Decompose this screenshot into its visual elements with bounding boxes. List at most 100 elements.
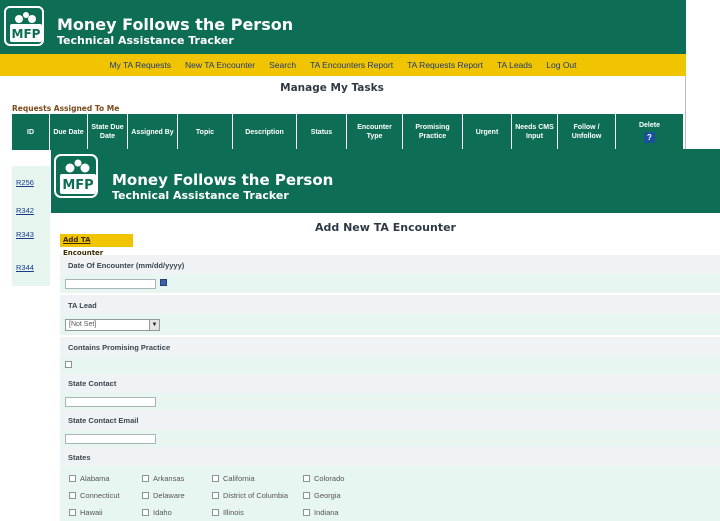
date-input[interactable] <box>65 279 156 289</box>
state-checkbox[interactable] <box>142 475 149 482</box>
col-promising-practice[interactable]: Promising Practice <box>403 114 463 150</box>
state-name: Delaware <box>153 491 185 500</box>
nav-ta-encounters-report[interactable]: TA Encounters Report <box>310 60 393 70</box>
col-delete-label: Delete <box>638 122 660 129</box>
state-checkbox[interactable] <box>212 509 219 516</box>
state-name: Hawaii <box>80 508 103 517</box>
state-georgia[interactable]: Georgia <box>303 491 341 500</box>
nav-log-out[interactable]: Log Out <box>546 60 576 70</box>
col-status[interactable]: Status <box>297 114 347 150</box>
state-checkbox[interactable] <box>69 475 76 482</box>
promising-practice-row <box>60 357 720 373</box>
chevron-down-icon: ▼ <box>149 320 159 330</box>
col-id[interactable]: ID <box>12 114 50 150</box>
state-illinois[interactable]: Illinois <box>212 508 244 517</box>
request-link-r343[interactable]: R343 <box>16 230 34 239</box>
app-subtitle: Technical Assistance Tracker <box>57 34 234 47</box>
logo-text: MFP <box>12 27 41 41</box>
promising-practice-checkbox[interactable] <box>65 361 72 368</box>
state-contact-email-input[interactable] <box>65 434 156 444</box>
date-label: Date Of Encounter (mm/dd/yyyy) <box>60 255 720 275</box>
state-contact-email-label: State Contact Email <box>60 410 720 430</box>
nav-my-ta-requests[interactable]: My TA Requests <box>109 60 171 70</box>
front-app-title: Money Follows the Person <box>112 171 334 189</box>
nav-search[interactable]: Search <box>269 60 296 70</box>
state-name: District of Columbia <box>223 491 289 500</box>
table-header: ID Due Date State Due Date Assigned By T… <box>12 114 684 150</box>
state-checkbox[interactable] <box>142 492 149 499</box>
state-california[interactable]: California <box>212 474 255 483</box>
state-checkbox[interactable] <box>303 475 310 482</box>
app-header: MFP Money Follows the Person Technical A… <box>0 0 686 54</box>
front-window: MFP Money Follows the Person Technical A… <box>51 149 720 521</box>
calendar-icon[interactable] <box>160 279 167 286</box>
front-app-header: MFP Money Follows the Person Technical A… <box>51 149 720 213</box>
state-alabama[interactable]: Alabama <box>69 474 110 483</box>
ta-lead-select[interactable]: [Not Set] ▼ <box>65 319 160 331</box>
front-mfp-logo-graphic: MFP <box>60 159 96 194</box>
state-checkbox[interactable] <box>303 492 310 499</box>
front-logo-text: MFP <box>62 178 93 193</box>
col-encounter-type[interactable]: Encounter Type <box>347 114 403 150</box>
add-encounter-title: Add New TA Encounter <box>315 221 456 234</box>
app-title: Money Follows the Person <box>57 15 294 34</box>
state-name: Arkansas <box>153 474 185 483</box>
state-hawaii[interactable]: Hawaii <box>69 508 103 517</box>
id-column: R256 R342 R343 R344 <box>12 166 50 286</box>
state-name: Alabama <box>80 474 110 483</box>
state-name: Connecticut <box>80 491 120 500</box>
state-checkbox[interactable] <box>142 509 149 516</box>
help-icon[interactable]: ? <box>644 132 655 143</box>
request-link-r256[interactable]: R256 <box>16 178 34 187</box>
nav-ta-leads[interactable]: TA Leads <box>497 60 532 70</box>
mfp-logo: MFP <box>4 6 44 46</box>
states-list: Alabama Arkansas California Colorado Con… <box>60 467 720 521</box>
front-mfp-logo: MFP <box>54 154 98 198</box>
col-urgent[interactable]: Urgent <box>463 114 512 150</box>
state-contact-row <box>60 393 720 411</box>
page-title: Manage My Tasks <box>280 82 384 94</box>
ta-lead-value: [Not Set] <box>69 321 97 328</box>
state-name: Idaho <box>153 508 172 517</box>
state-checkbox[interactable] <box>303 509 310 516</box>
col-due-date[interactable]: Due Date <box>50 114 88 150</box>
col-topic[interactable]: Topic <box>178 114 233 150</box>
state-colorado[interactable]: Colorado <box>303 474 344 483</box>
state-name: Colorado <box>314 474 345 483</box>
state-contact-input[interactable] <box>65 397 156 407</box>
promising-practice-label: Contains Promising Practice <box>60 337 720 357</box>
col-assigned-by[interactable]: Assigned By <box>128 114 178 150</box>
ta-lead-label: TA Lead <box>60 295 720 315</box>
state-checkbox[interactable] <box>212 492 219 499</box>
request-link-r342[interactable]: R342 <box>16 206 34 215</box>
ta-lead-row: [Not Set] ▼ <box>60 315 720 335</box>
col-needs-cms-input[interactable]: Needs CMS Input <box>512 114 558 150</box>
nav-new-ta-encounter[interactable]: New TA Encounter <box>185 60 255 70</box>
top-nav: My TA Requests New TA Encounter Search T… <box>0 54 686 76</box>
state-name: Indiana <box>314 508 339 517</box>
state-arkansas[interactable]: Arkansas <box>142 474 184 483</box>
state-indiana[interactable]: Indiana <box>303 508 339 517</box>
state-idaho[interactable]: Idaho <box>142 508 172 517</box>
add-ta-encounter-button[interactable]: Add TA Encounter <box>60 234 133 257</box>
date-row <box>60 275 720 293</box>
state-contact-email-row <box>60 430 720 448</box>
state-contact-label: State Contact <box>60 373 720 393</box>
col-state-due-date[interactable]: State Due Date <box>88 114 128 150</box>
state-checkbox[interactable] <box>69 509 76 516</box>
state-checkbox[interactable] <box>69 492 76 499</box>
state-name: Illinois <box>223 508 244 517</box>
col-description[interactable]: Description <box>233 114 297 150</box>
state-district-of-columbia[interactable]: District of Columbia <box>212 491 288 500</box>
state-delaware[interactable]: Delaware <box>142 491 185 500</box>
mfp-logo-graphic: MFP <box>10 12 42 42</box>
states-label: States <box>60 447 720 467</box>
state-connecticut[interactable]: Connecticut <box>69 491 120 500</box>
col-follow-unfollow[interactable]: Follow / Unfollow <box>558 114 616 150</box>
nav-ta-requests-report[interactable]: TA Requests Report <box>407 60 483 70</box>
state-name: California <box>223 474 255 483</box>
front-app-subtitle: Technical Assistance Tracker <box>112 189 289 202</box>
state-checkbox[interactable] <box>212 475 219 482</box>
col-delete[interactable]: Delete ? <box>616 114 684 150</box>
request-link-r344[interactable]: R344 <box>16 263 34 272</box>
